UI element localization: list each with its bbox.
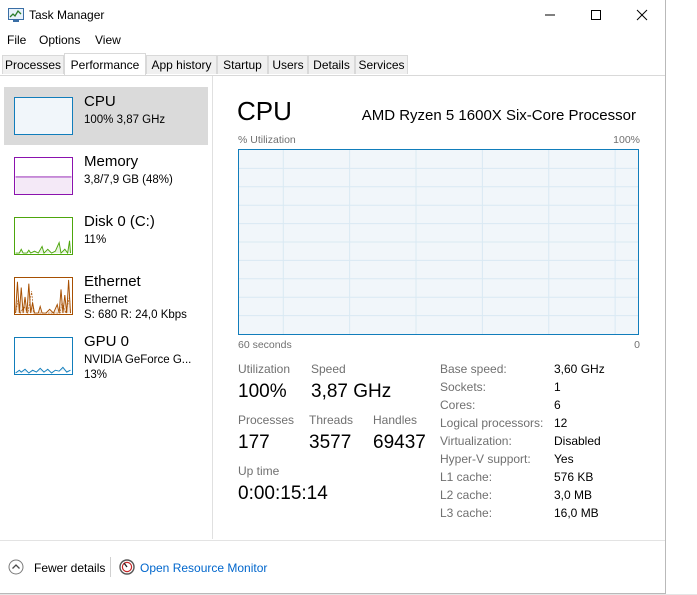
graph-label: % Utilization xyxy=(238,134,296,146)
spec-label: Sockets: xyxy=(440,380,487,394)
sidebar-item-disk[interactable]: Disk 0 (C:) 11% xyxy=(4,207,208,265)
speed-value: 3,87 GHz xyxy=(311,381,392,402)
uptime-label: Up time xyxy=(238,464,280,478)
utilization-label: Utilization xyxy=(238,362,291,376)
threads-label: Threads xyxy=(309,413,354,427)
graph-max-label: 100% xyxy=(613,134,640,146)
spec-value: 3,0 MB xyxy=(554,488,593,502)
handles-value: 69437 xyxy=(373,432,426,453)
handles-label: Handles xyxy=(373,413,418,427)
title-bar[interactable]: Task Manager xyxy=(0,0,665,30)
tab-performance[interactable]: Performance xyxy=(64,53,146,75)
spec-label: Virtualization: xyxy=(440,434,512,448)
spec-label: Base speed: xyxy=(440,362,507,376)
tab-app-history[interactable]: App history xyxy=(146,55,217,74)
speed-label: Speed xyxy=(311,362,346,376)
spec-label: L1 cache: xyxy=(440,470,493,484)
background-right xyxy=(666,0,697,595)
processes-value: 177 xyxy=(238,432,270,453)
spec-value: 3,60 GHz xyxy=(554,362,605,376)
maximize-icon xyxy=(591,10,601,20)
task-manager-window: Task Manager File Options View Processes… xyxy=(0,0,666,594)
spec-value: 1 xyxy=(554,380,561,394)
cpu-utilization-graph xyxy=(238,149,639,335)
window-title: Task Manager xyxy=(29,8,105,22)
spec-label: L2 cache: xyxy=(440,488,493,502)
spec-value: Yes xyxy=(554,452,574,466)
sidebar-item-detail: NVIDIA GeForce G... xyxy=(84,354,192,366)
minimize-icon xyxy=(545,14,555,16)
tab-users[interactable]: Users xyxy=(268,55,308,74)
tab-services[interactable]: Services xyxy=(355,55,408,74)
chevron-up-icon[interactable] xyxy=(8,559,24,575)
sidebar-item-ethernet[interactable]: Ethernet Ethernet S: 680 R: 24,0 Kbps xyxy=(4,267,208,325)
disk-thumbnail-graph xyxy=(14,217,73,255)
sidebar-item-memory[interactable]: Memory 3,8/7,9 GB (48%) xyxy=(4,147,208,205)
tab-processes[interactable]: Processes xyxy=(2,55,64,74)
resource-monitor-icon xyxy=(119,559,135,575)
sidebar-item-label: Ethernet xyxy=(84,273,141,290)
spec-value: 16,0 MB xyxy=(554,506,599,520)
uptime-value: 0:00:15:14 xyxy=(238,483,328,504)
page-title: CPU xyxy=(237,96,292,126)
footer-divider xyxy=(110,557,111,577)
ethernet-thumbnail-graph xyxy=(14,277,73,315)
graph-axis-end: 0 xyxy=(634,339,640,351)
menu-view[interactable]: View xyxy=(95,33,121,47)
sidebar-item-label: GPU 0 xyxy=(84,333,130,350)
resource-sidebar: CPU 100% 3,87 GHz Memory 3,8/7,9 GB (48%… xyxy=(0,76,213,539)
minimize-button[interactable] xyxy=(527,0,573,30)
spec-label: Hyper-V support: xyxy=(440,452,531,466)
processes-label: Processes xyxy=(238,413,295,427)
spec-value: 12 xyxy=(554,416,568,430)
sidebar-item-label: CPU xyxy=(84,93,116,110)
close-icon xyxy=(636,9,648,21)
graph-axis-start: 60 seconds xyxy=(238,339,292,351)
sidebar-item-label: Memory xyxy=(84,153,139,170)
memory-thumbnail-graph xyxy=(14,157,73,195)
spec-label: L3 cache: xyxy=(440,506,493,520)
gpu-thumbnail-graph xyxy=(14,337,73,375)
sidebar-item-gpu[interactable]: GPU 0 NVIDIA GeForce G... 13% xyxy=(4,327,208,385)
fewer-details-button[interactable]: Fewer details xyxy=(34,561,105,575)
maximize-button[interactable] xyxy=(573,0,619,30)
sidebar-item-detail: 11% xyxy=(84,234,107,246)
tab-startup[interactable]: Startup xyxy=(217,55,268,74)
spec-value: 6 xyxy=(554,398,561,412)
processor-name: AMD Ryzen 5 1600X Six-Core Processor xyxy=(361,107,636,124)
sidebar-item-cpu[interactable]: CPU 100% 3,87 GHz xyxy=(4,87,208,145)
cpu-detail-panel: CPU AMD Ryzen 5 1600X Six-Core Processor… xyxy=(213,76,665,539)
spec-value: Disabled xyxy=(554,434,601,448)
sidebar-item-throughput: S: 680 R: 24,0 Kbps xyxy=(84,309,187,321)
sidebar-item-label: Disk 0 (C:) xyxy=(84,213,155,230)
open-resource-monitor-link[interactable]: Open Resource Monitor xyxy=(140,561,267,575)
sidebar-item-detail: 3,8/7,9 GB (48%) xyxy=(84,174,173,186)
threads-value: 3577 xyxy=(309,432,352,453)
spec-label: Logical processors: xyxy=(440,416,544,430)
sidebar-item-usage: 13% xyxy=(84,369,108,381)
tab-details[interactable]: Details xyxy=(308,55,355,74)
menu-file[interactable]: File xyxy=(7,33,26,47)
spec-value: 576 KB xyxy=(554,470,594,484)
sidebar-item-detail: Ethernet xyxy=(84,294,128,306)
footer-bar: Fewer details Open Resource Monitor xyxy=(0,540,665,594)
menu-options[interactable]: Options xyxy=(39,33,80,47)
utilization-value: 100% xyxy=(238,381,287,402)
task-manager-icon xyxy=(8,8,24,22)
close-button[interactable] xyxy=(619,0,665,30)
tab-strip: Processes Performance App history Startu… xyxy=(0,53,665,76)
cpu-thumbnail-graph xyxy=(14,97,73,135)
sidebar-item-detail: 100% 3,87 GHz xyxy=(84,114,166,126)
spec-label: Cores: xyxy=(440,398,476,412)
